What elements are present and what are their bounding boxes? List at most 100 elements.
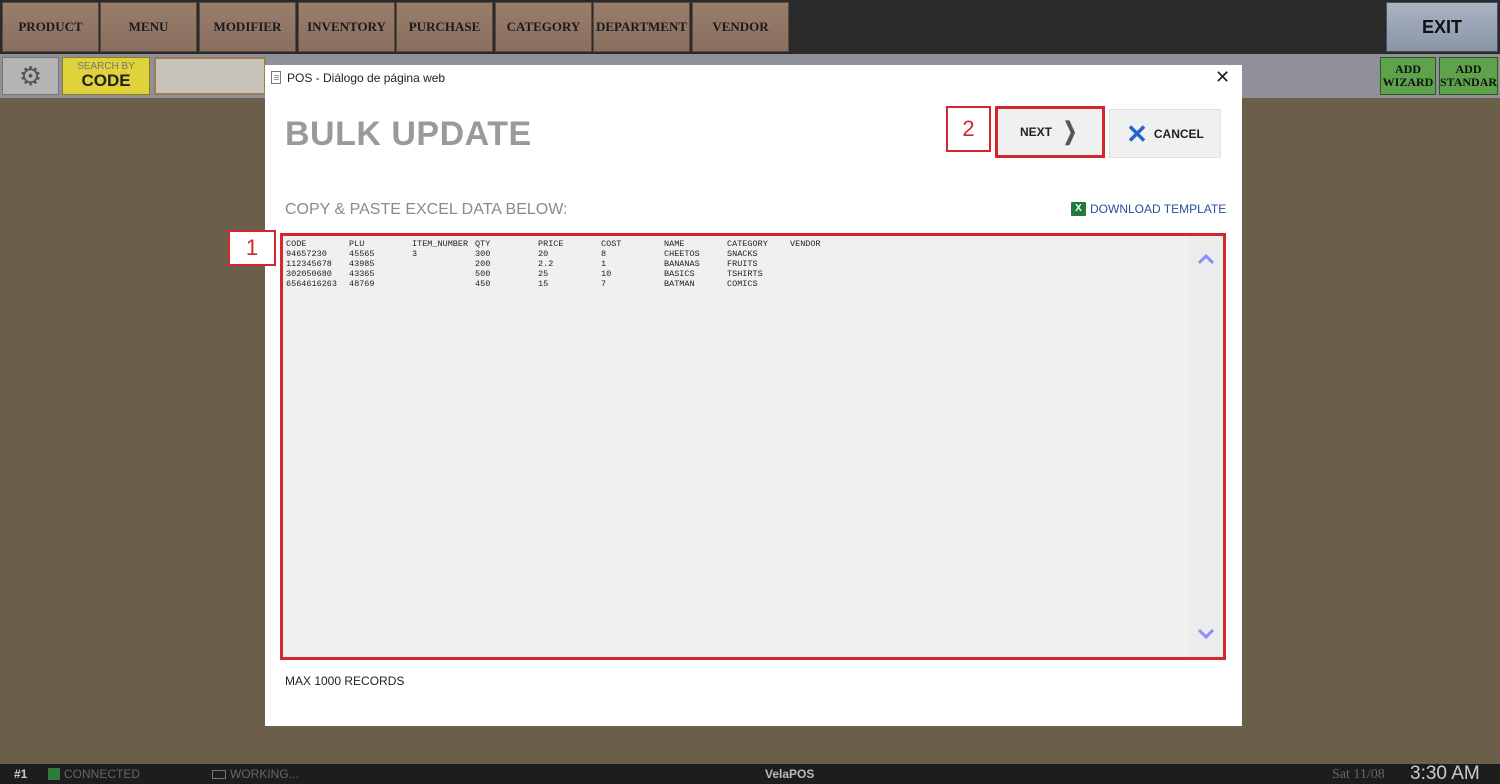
- data-cell: 300: [475, 249, 491, 259]
- data-header-cell: QTY: [475, 239, 491, 249]
- instructions-label: COPY & PASTE EXCEL DATA BELOW:: [285, 201, 568, 218]
- nav-purchase[interactable]: PURCHASE: [396, 2, 493, 52]
- data-header-cell: COST: [601, 239, 622, 249]
- add-standard-button[interactable]: ADD STANDAR: [1439, 57, 1498, 95]
- table-row: 112345678 43985 200 2.2 1 BANANAS FRUITS: [286, 259, 853, 269]
- data-cell: 302050680: [286, 269, 332, 279]
- table-row: 302050680 43365 500 25 10 BASICS TSHIRTS: [286, 269, 853, 279]
- data-cell: 94657230: [286, 249, 327, 259]
- x-cancel-icon: ✕: [1126, 118, 1148, 149]
- data-cell: 45565: [349, 249, 375, 259]
- data-cell: BASICS: [664, 269, 695, 279]
- data-cell: 1: [601, 259, 607, 269]
- data-cell: 450: [475, 279, 491, 289]
- status-bar: #1 CONNECTED WORKING... VelaPOS Sat 11/0…: [0, 763, 1500, 784]
- data-cell: 200: [475, 259, 491, 269]
- add-standard-line2: STANDAR: [1439, 75, 1498, 89]
- exit-button[interactable]: EXIT: [1386, 2, 1498, 52]
- data-cell: 48769: [349, 279, 375, 289]
- network-icon: [48, 768, 60, 780]
- data-header-cell: ITEM_NUMBER: [412, 239, 469, 249]
- nav-department[interactable]: DEPARTMENT: [593, 2, 690, 52]
- chevron-down-icon[interactable]: [1197, 625, 1215, 643]
- search-by-code-button[interactable]: SEARCH BY CODE: [62, 57, 150, 95]
- data-header-cell: CATEGORY: [727, 239, 768, 249]
- nav-product[interactable]: PRODUCT: [2, 2, 99, 52]
- chevron-up-icon[interactable]: [1197, 250, 1215, 268]
- document-icon: [271, 71, 281, 84]
- data-cell: 7: [601, 279, 607, 289]
- data-cell: [412, 259, 475, 269]
- connection-status: CONNECTED: [64, 767, 141, 781]
- gear-icon: ⚙: [18, 60, 43, 91]
- data-cell: 8: [601, 249, 607, 259]
- data-cell: 43365: [349, 269, 375, 279]
- paste-data-textarea[interactable]: CODE PLU ITEM_NUMBER QTY PRICE COST NAME CATEGO…: [280, 233, 1226, 660]
- data-cell: 500: [475, 269, 491, 279]
- chevron-right-icon: ❯: [1062, 118, 1078, 145]
- settings-button[interactable]: ⚙: [2, 57, 59, 95]
- data-cell: 10: [601, 269, 612, 279]
- nav-inventory[interactable]: INVENTORY: [298, 2, 395, 52]
- data-header-cell: PRICE: [538, 239, 564, 249]
- data-cell: 2.2: [538, 259, 554, 269]
- data-cell: 15: [538, 279, 549, 289]
- download-template-label: DOWNLOAD TEMPLATE: [1090, 202, 1227, 216]
- nav-category[interactable]: CATEGORY: [495, 2, 592, 52]
- data-cell: CHEETOS: [664, 249, 700, 259]
- table-row: 6564616263 48769 450 15 7 BATMAN COMICS: [286, 279, 853, 289]
- data-header-cell: NAME: [664, 239, 685, 249]
- download-template-link[interactable]: X DOWNLOAD TEMPLATE: [1071, 202, 1226, 216]
- data-cell: BATMAN: [664, 279, 695, 289]
- app-name: VelaPOS: [765, 767, 815, 781]
- data-cell: FRUITS: [727, 259, 758, 269]
- data-header-cell: PLU: [349, 239, 365, 249]
- cancel-label: CANCEL: [1153, 126, 1204, 141]
- data-cell: SNACKS: [727, 249, 758, 259]
- nav-vendor[interactable]: VENDOR: [692, 2, 789, 52]
- data-cell: [790, 259, 853, 269]
- data-cell: COMICS: [727, 279, 758, 289]
- data-cell: 25: [538, 269, 549, 279]
- nav-menu[interactable]: MENU: [100, 2, 197, 52]
- data-cell: 3: [412, 249, 418, 259]
- table-row: 94657230 45565 3 300 20 8 CHEETOS SNACKS: [286, 249, 853, 259]
- status-time: 3:30 AM: [1410, 763, 1480, 784]
- close-icon[interactable]: ✕: [1215, 67, 1230, 88]
- next-label: NEXT: [1019, 125, 1052, 139]
- data-cell: 20: [538, 249, 549, 259]
- cancel-button[interactable]: ✕ CANCEL: [1109, 109, 1221, 158]
- data-cell: [790, 269, 853, 279]
- working-icon: [212, 770, 226, 779]
- dialog-titlebar: POS - Diálogo de página web ✕: [265, 65, 1242, 91]
- add-wizard-line2: WIZARD: [1382, 75, 1434, 89]
- nav-modifier[interactable]: MODIFIER: [199, 2, 296, 52]
- data-cell: [790, 249, 853, 259]
- status-date: Sat 11/08: [1332, 767, 1385, 782]
- data-cell: [412, 269, 475, 279]
- data-header-row: CODE PLU ITEM_NUMBER QTY PRICE COST NAME CATEGO…: [286, 239, 853, 249]
- data-cell: TSHIRTS: [727, 269, 763, 279]
- bulk-update-dialog: POS - Diálogo de página web ✕ BULK UPDAT…: [265, 65, 1242, 726]
- textarea-scrollbar[interactable]: [1189, 236, 1223, 657]
- dialog-window-title: POS - Diálogo de página web: [287, 71, 446, 85]
- main-nav-bar: PRODUCT MENU MODIFIER INVENTORY PURCHASE…: [0, 0, 1500, 54]
- data-cell: 43985: [349, 259, 375, 269]
- excel-icon: X: [1071, 202, 1086, 216]
- data-cell: 112345678: [286, 259, 332, 269]
- data-cell: BANANAS: [664, 259, 700, 269]
- add-wizard-button[interactable]: ADD WIZARD: [1380, 57, 1436, 95]
- max-records-note: MAX 1000 RECORDS: [285, 674, 405, 688]
- page-title: BULK UPDATE: [285, 115, 532, 153]
- pasted-data-table: CODE PLU ITEM_NUMBER QTY PRICE COST NAME CATEGO…: [286, 239, 853, 289]
- data-cell: [412, 279, 475, 289]
- terminal-number: #1: [14, 767, 28, 781]
- next-button[interactable]: NEXT ❯: [995, 106, 1105, 158]
- search-mode-label: CODE: [81, 71, 131, 90]
- search-input[interactable]: [154, 57, 266, 95]
- step-1-marker: 1: [228, 230, 276, 266]
- step-2-marker: 2: [946, 106, 991, 152]
- working-status: WORKING...: [230, 767, 299, 781]
- data-header-cell: VENDOR: [790, 239, 821, 249]
- data-cell: 6564616263: [286, 279, 338, 289]
